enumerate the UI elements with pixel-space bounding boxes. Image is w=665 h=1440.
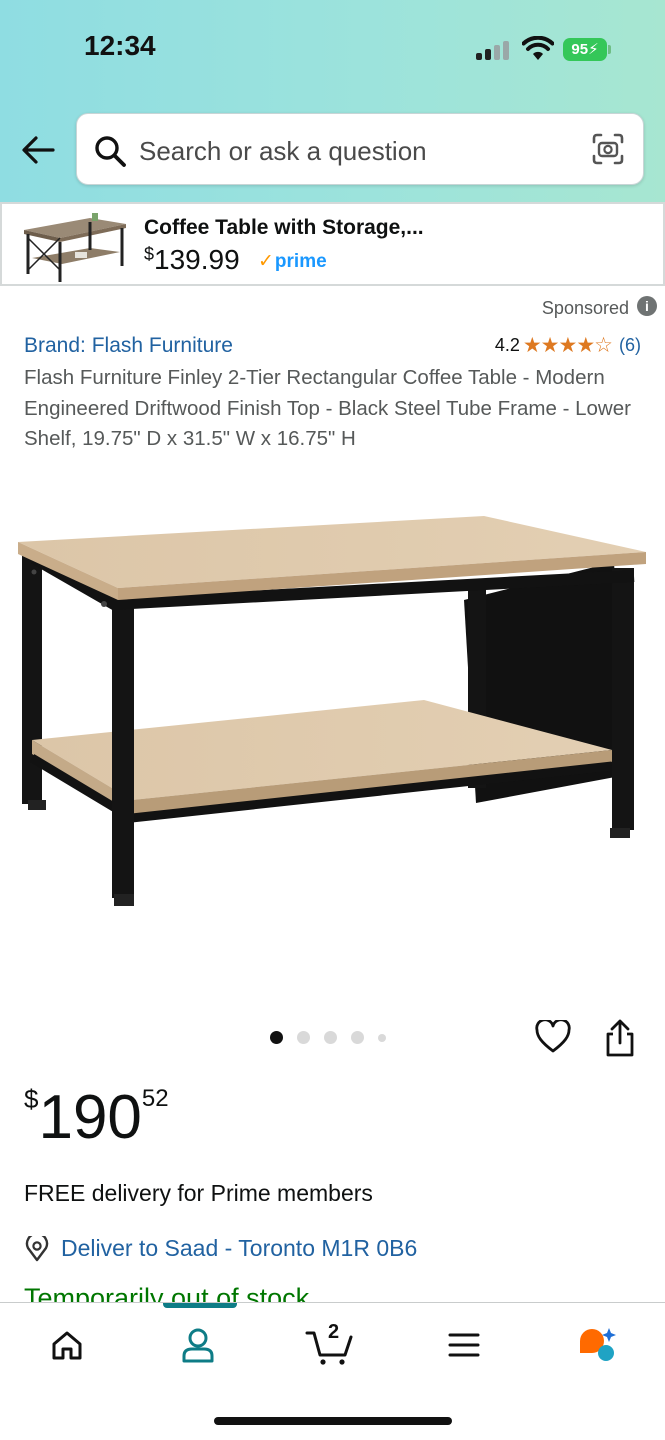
rating-value: 4.2 (494, 335, 520, 355)
prime-badge: ✓prime (258, 251, 327, 272)
rating-summary[interactable]: 4.2 ★★★★☆ (6) (495, 333, 641, 358)
bottom-nav: 2 (0, 1302, 665, 1440)
deliver-to-link[interactable]: Deliver to Saad - Toronto M1R 0B6 (61, 1235, 417, 1262)
nav-rufus[interactable] (567, 1323, 627, 1367)
rating-count[interactable]: (6) (619, 335, 641, 356)
carousel-dot-3[interactable] (324, 1031, 337, 1044)
search-bar[interactable]: Search or ask a question (76, 113, 644, 185)
wifi-icon (522, 36, 554, 60)
carousel-dot-2[interactable] (297, 1031, 310, 1044)
heart-icon[interactable] (535, 1020, 571, 1054)
delivery-info: FREE delivery for Prime members (24, 1180, 373, 1206)
battery-indicator: 95⚡ (563, 38, 607, 61)
rufus-icon (580, 1328, 616, 1361)
price: $19052 (24, 1083, 169, 1152)
carousel-dot-5[interactable] (378, 1033, 386, 1042)
prime-check-icon: ✓ (258, 251, 274, 272)
nav-account[interactable] (168, 1323, 228, 1367)
search-input[interactable]: Search or ask a question (139, 136, 427, 167)
home-icon (52, 1331, 82, 1360)
carousel-dot-4[interactable] (351, 1031, 364, 1044)
location-pin-icon[interactable] (24, 1236, 50, 1262)
camera-icon[interactable] (591, 132, 625, 166)
search-icon (95, 136, 126, 167)
nav-home[interactable] (37, 1323, 97, 1367)
product-title: Flash Furniture Finley 2-Tier Rectangula… (24, 366, 631, 450)
brand-link[interactable]: Brand: Flash Furniture (24, 334, 233, 358)
cell-signal-icon (476, 40, 510, 60)
menu-icon (448, 1333, 480, 1357)
rating-stars: ★★★★☆ (522, 334, 613, 357)
banner-product-title[interactable]: Coffee Table with Storage,... (144, 216, 424, 240)
status-time: 12:34 (84, 30, 156, 61)
account-icon (182, 1328, 214, 1363)
product-image[interactable] (14, 500, 654, 920)
home-indicator (214, 1417, 452, 1425)
nav-cart[interactable]: 2 (300, 1321, 360, 1367)
sponsored-label: Sponsored (541, 298, 629, 318)
image-carousel-dots[interactable] (270, 1031, 386, 1044)
banner-price: $139.99 (144, 244, 240, 275)
back-arrow-icon[interactable] (20, 134, 56, 166)
battery-cap (608, 45, 611, 54)
sponsored-product-banner[interactable]: Coffee Table with Storage,... $139.99 ✓p… (0, 202, 665, 286)
cart-count: 2 (328, 1321, 340, 1343)
share-icon[interactable] (603, 1018, 637, 1058)
banner-product-thumbnail (24, 213, 126, 282)
carousel-dot-1[interactable] (270, 1031, 283, 1044)
nav-active-indicator (163, 1303, 237, 1308)
info-icon[interactable]: i (637, 296, 657, 316)
nav-menu[interactable] (434, 1323, 494, 1367)
